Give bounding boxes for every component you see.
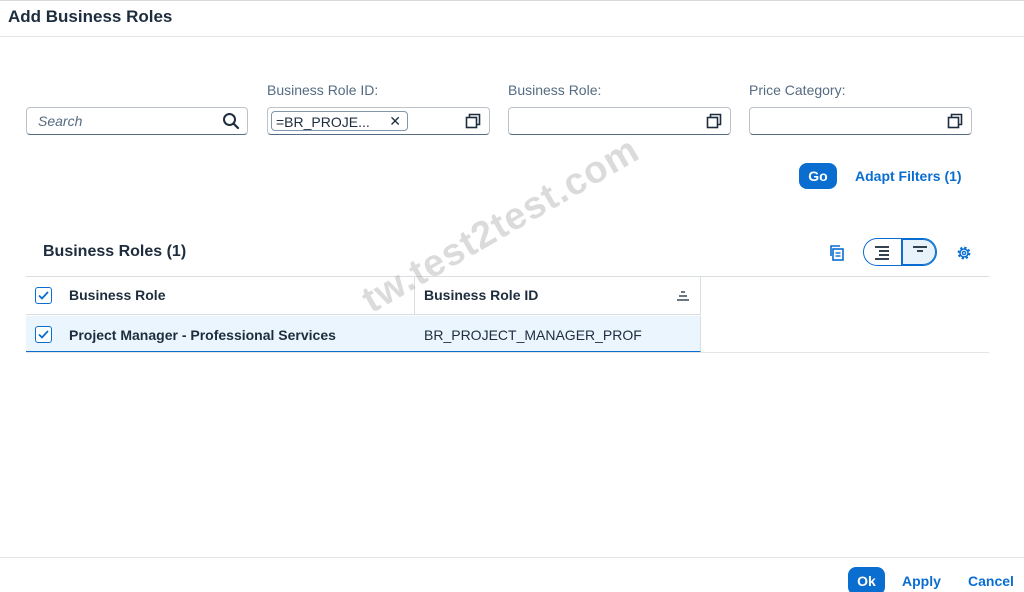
cell-business-role-id: BR_PROJECT_MANAGER_PROF: [424, 327, 642, 343]
business-role-id-label: Business Role ID:: [267, 82, 379, 98]
checkbox-check-icon: [38, 291, 49, 300]
cancel-button[interactable]: Cancel: [968, 573, 1014, 589]
copy-icon[interactable]: [828, 244, 846, 262]
expand-icon: [875, 246, 889, 260]
cell-business-role: Project Manager - Professional Services: [69, 327, 336, 343]
go-button[interactable]: Go: [799, 163, 837, 189]
search-icon[interactable]: [222, 112, 240, 130]
column-divider[interactable]: [414, 277, 415, 315]
business-role-field[interactable]: [508, 107, 731, 135]
search-placeholder: Search: [38, 113, 83, 129]
footer-divider: [0, 557, 1024, 558]
table-bottom-border: [26, 352, 989, 353]
sort-icon[interactable]: [676, 290, 690, 302]
business-role-id-field[interactable]: =BR_PROJE... ✕: [267, 107, 490, 135]
collapse-icon: [913, 246, 927, 252]
checkbox-check-icon: [38, 330, 49, 339]
value-help-icon[interactable]: [947, 113, 963, 129]
price-category-field[interactable]: [749, 107, 972, 135]
price-category-label: Price Category:: [749, 82, 846, 98]
ok-button[interactable]: Ok: [848, 567, 885, 592]
select-all-checkbox[interactable]: [35, 287, 52, 304]
settings-icon[interactable]: [955, 244, 973, 262]
row-checkbox[interactable]: [35, 326, 52, 343]
search-input[interactable]: Search: [26, 107, 248, 135]
business-role-label: Business Role:: [508, 82, 602, 98]
token-remove-icon[interactable]: ✕: [389, 113, 401, 130]
dialog-header: Add Business Roles: [0, 0, 1024, 37]
collapse-rows-button[interactable]: [901, 238, 937, 266]
value-help-icon[interactable]: [465, 113, 481, 129]
table-title: Business Roles (1): [43, 243, 187, 260]
adapt-filters-button[interactable]: Adapt Filters (1): [855, 168, 962, 184]
column-header-business-role-id[interactable]: Business Role ID: [424, 287, 538, 303]
expand-rows-button[interactable]: [863, 238, 901, 266]
business-role-id-token[interactable]: =BR_PROJE... ✕: [271, 111, 408, 131]
column-header-business-role[interactable]: Business Role: [69, 287, 165, 303]
token-text: =BR_PROJE...: [276, 114, 370, 130]
apply-button[interactable]: Apply: [902, 573, 941, 589]
dialog-title: Add Business Roles: [8, 7, 173, 26]
value-help-icon[interactable]: [706, 113, 722, 129]
